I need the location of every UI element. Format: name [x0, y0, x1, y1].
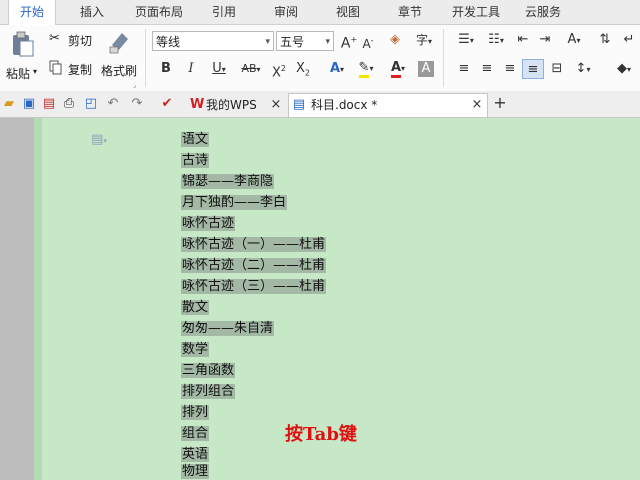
subscript-icon[interactable]: X2	[294, 61, 312, 82]
doc-line[interactable]: 咏怀古迹	[181, 214, 236, 234]
menu-insert[interactable]: 插入	[66, 0, 118, 24]
menu-page-layout[interactable]: 页面布局	[128, 0, 190, 24]
undo-icon[interactable]: ↶	[106, 96, 120, 112]
doc-line[interactable]: 匆匆——朱自清	[181, 319, 275, 339]
paste-icon	[13, 31, 34, 57]
doc-line[interactable]: 数学	[181, 340, 210, 360]
format-painter-icon	[109, 33, 128, 54]
font-name-select[interactable]: 等线 ▾	[152, 31, 274, 51]
doc-line[interactable]: 三角函数	[181, 361, 236, 381]
superscript-icon[interactable]: X2	[270, 61, 288, 81]
paste-dropdown-icon[interactable]: ▾	[33, 67, 37, 76]
chevron-down-icon: ▾	[325, 37, 330, 47]
menu-view[interactable]: 视图	[324, 0, 372, 24]
strikethrough-icon[interactable]: AB▾	[235, 61, 267, 78]
clear-format-icon[interactable]: ◈	[386, 32, 404, 48]
show-marks-icon[interactable]: ↵	[620, 32, 638, 48]
ribbon: 粘贴 ▾ ✂ 剪切 复制 格式刷 ⌟ 等线 ▾ 五号 ▾ A+ A- ◈ 字▾ …	[0, 25, 640, 92]
doc-line[interactable]: 物理	[181, 462, 210, 480]
align-center-icon[interactable]: ≡	[478, 61, 496, 77]
doc-line[interactable]: 咏怀古迹（三）——杜甫	[181, 277, 327, 297]
scissors-icon: ✂	[49, 31, 60, 46]
doc-line[interactable]: 语文	[181, 130, 210, 150]
export-pdf-icon[interactable]: ▤	[42, 96, 56, 112]
paragraph-layout-icon[interactable]: ▤▾	[86, 132, 112, 149]
align-right-icon[interactable]: ≡	[501, 61, 519, 77]
redo-icon[interactable]: ↷	[130, 96, 144, 112]
open-folder-icon[interactable]: ▰	[2, 96, 16, 112]
line-spacing-icon[interactable]: ↕▾	[570, 61, 596, 78]
print-icon[interactable]: ⎙	[62, 96, 76, 112]
doc-line[interactable]: 排列组合	[181, 382, 236, 402]
doc-line[interactable]: 古诗	[181, 151, 210, 171]
menu-home[interactable]: 开始	[8, 0, 56, 25]
char-shading-icon[interactable]: A	[418, 61, 434, 77]
new-tab-plus-icon[interactable]: +	[492, 95, 508, 111]
clipboard-expand-icon[interactable]: ⌟	[133, 81, 136, 89]
copy-button[interactable]: 复制	[46, 60, 98, 78]
text-direction-icon[interactable]: A▾	[560, 32, 588, 49]
align-left-icon[interactable]: ≡	[455, 61, 473, 77]
format-painter-label: 格式刷	[101, 64, 138, 78]
text-effect-icon[interactable]: A▾	[324, 61, 350, 78]
ribbon-separator	[443, 29, 444, 87]
bullet-list-icon[interactable]: ☰▾	[452, 32, 480, 49]
shrink-font-icon[interactable]: A-	[360, 33, 376, 52]
close-icon[interactable]: ×	[270, 97, 282, 113]
underline-icon[interactable]: U▾	[206, 61, 232, 78]
increase-indent-icon[interactable]: ⇥	[536, 32, 554, 48]
tab-bar: ▰ ▣ ▤ ⎙ ◰ ↶ ↷ ✔ W 我的WPS × ▤ 科目.docx * × …	[0, 91, 640, 118]
menu-review[interactable]: 审阅	[262, 0, 310, 24]
tab-document[interactable]: ▤ 科目.docx * ×	[288, 93, 488, 117]
distribute-icon[interactable]: ⊟	[548, 61, 566, 77]
font-size-select[interactable]: 五号 ▾	[276, 31, 334, 51]
numbered-list-icon[interactable]: ☷▾	[482, 32, 510, 49]
copy-label: 复制	[68, 63, 93, 77]
doc-file-icon: ▤	[292, 97, 306, 112]
format-painter-button[interactable]: 格式刷	[100, 27, 140, 83]
paragraph-shading-icon[interactable]: ◆▾	[610, 61, 638, 78]
font-color-icon[interactable]: A▾	[384, 60, 412, 78]
wps-logo-icon: W	[190, 97, 205, 112]
cut-button[interactable]: ✂ 剪切	[46, 31, 98, 49]
ribbon-separator	[145, 29, 146, 87]
font-name-value: 等线	[156, 35, 181, 49]
page-margin-strip	[34, 118, 42, 480]
decrease-indent-icon[interactable]: ⇤	[514, 32, 532, 48]
paste-button[interactable]: 粘贴 ▾	[4, 29, 40, 83]
doc-line[interactable]: 咏怀古迹（一）——杜甫	[181, 235, 327, 255]
annotation-text: 按Tab键	[285, 424, 357, 445]
print-preview-icon[interactable]: ◰	[84, 96, 98, 112]
chevron-down-icon: ▾	[265, 37, 270, 47]
paste-label: 粘贴	[6, 67, 31, 81]
cut-label: 剪切	[68, 34, 93, 48]
doc-line[interactable]: 咏怀古迹（二）——杜甫	[181, 256, 327, 276]
menu-bar: 开始 插入 页面布局 引用 审阅 视图 章节 开发工具 云服务	[0, 0, 640, 25]
doc-line[interactable]: 锦瑟——李商隐	[181, 172, 275, 192]
grow-font-icon[interactable]: A+	[340, 32, 358, 52]
close-icon[interactable]: ×	[471, 97, 483, 113]
doc-line[interactable]: 排列	[181, 403, 210, 423]
highlight-icon[interactable]: ✎▾	[352, 60, 380, 78]
menu-cloud[interactable]: 云服务	[516, 0, 570, 24]
tab-label: 科目.docx *	[311, 98, 378, 112]
tab-label: 我的WPS	[206, 98, 257, 112]
save-icon[interactable]: ▣	[22, 96, 36, 112]
phonetic-guide-icon[interactable]: 字▾	[410, 32, 438, 50]
doc-line[interactable]: 月下独酌——李白	[181, 193, 288, 213]
customize-toolbar-icon[interactable]: ✔	[160, 96, 174, 112]
menu-references[interactable]: 引用	[200, 0, 248, 24]
tab-my-wps[interactable]: W 我的WPS ×	[186, 93, 286, 117]
justify-icon[interactable]: ≡	[522, 59, 544, 79]
menu-developer[interactable]: 开发工具	[446, 0, 506, 24]
sort-icon[interactable]: ⇅	[594, 32, 616, 48]
italic-icon[interactable]: I	[183, 61, 199, 77]
vertical-ruler	[0, 118, 34, 480]
bold-icon[interactable]: B	[158, 61, 174, 77]
doc-line[interactable]: 组合	[181, 424, 210, 444]
copy-icon	[49, 60, 62, 75]
font-size-value: 五号	[280, 35, 305, 49]
doc-line[interactable]: 散文	[181, 298, 210, 318]
menu-chapter[interactable]: 章节	[386, 0, 434, 24]
